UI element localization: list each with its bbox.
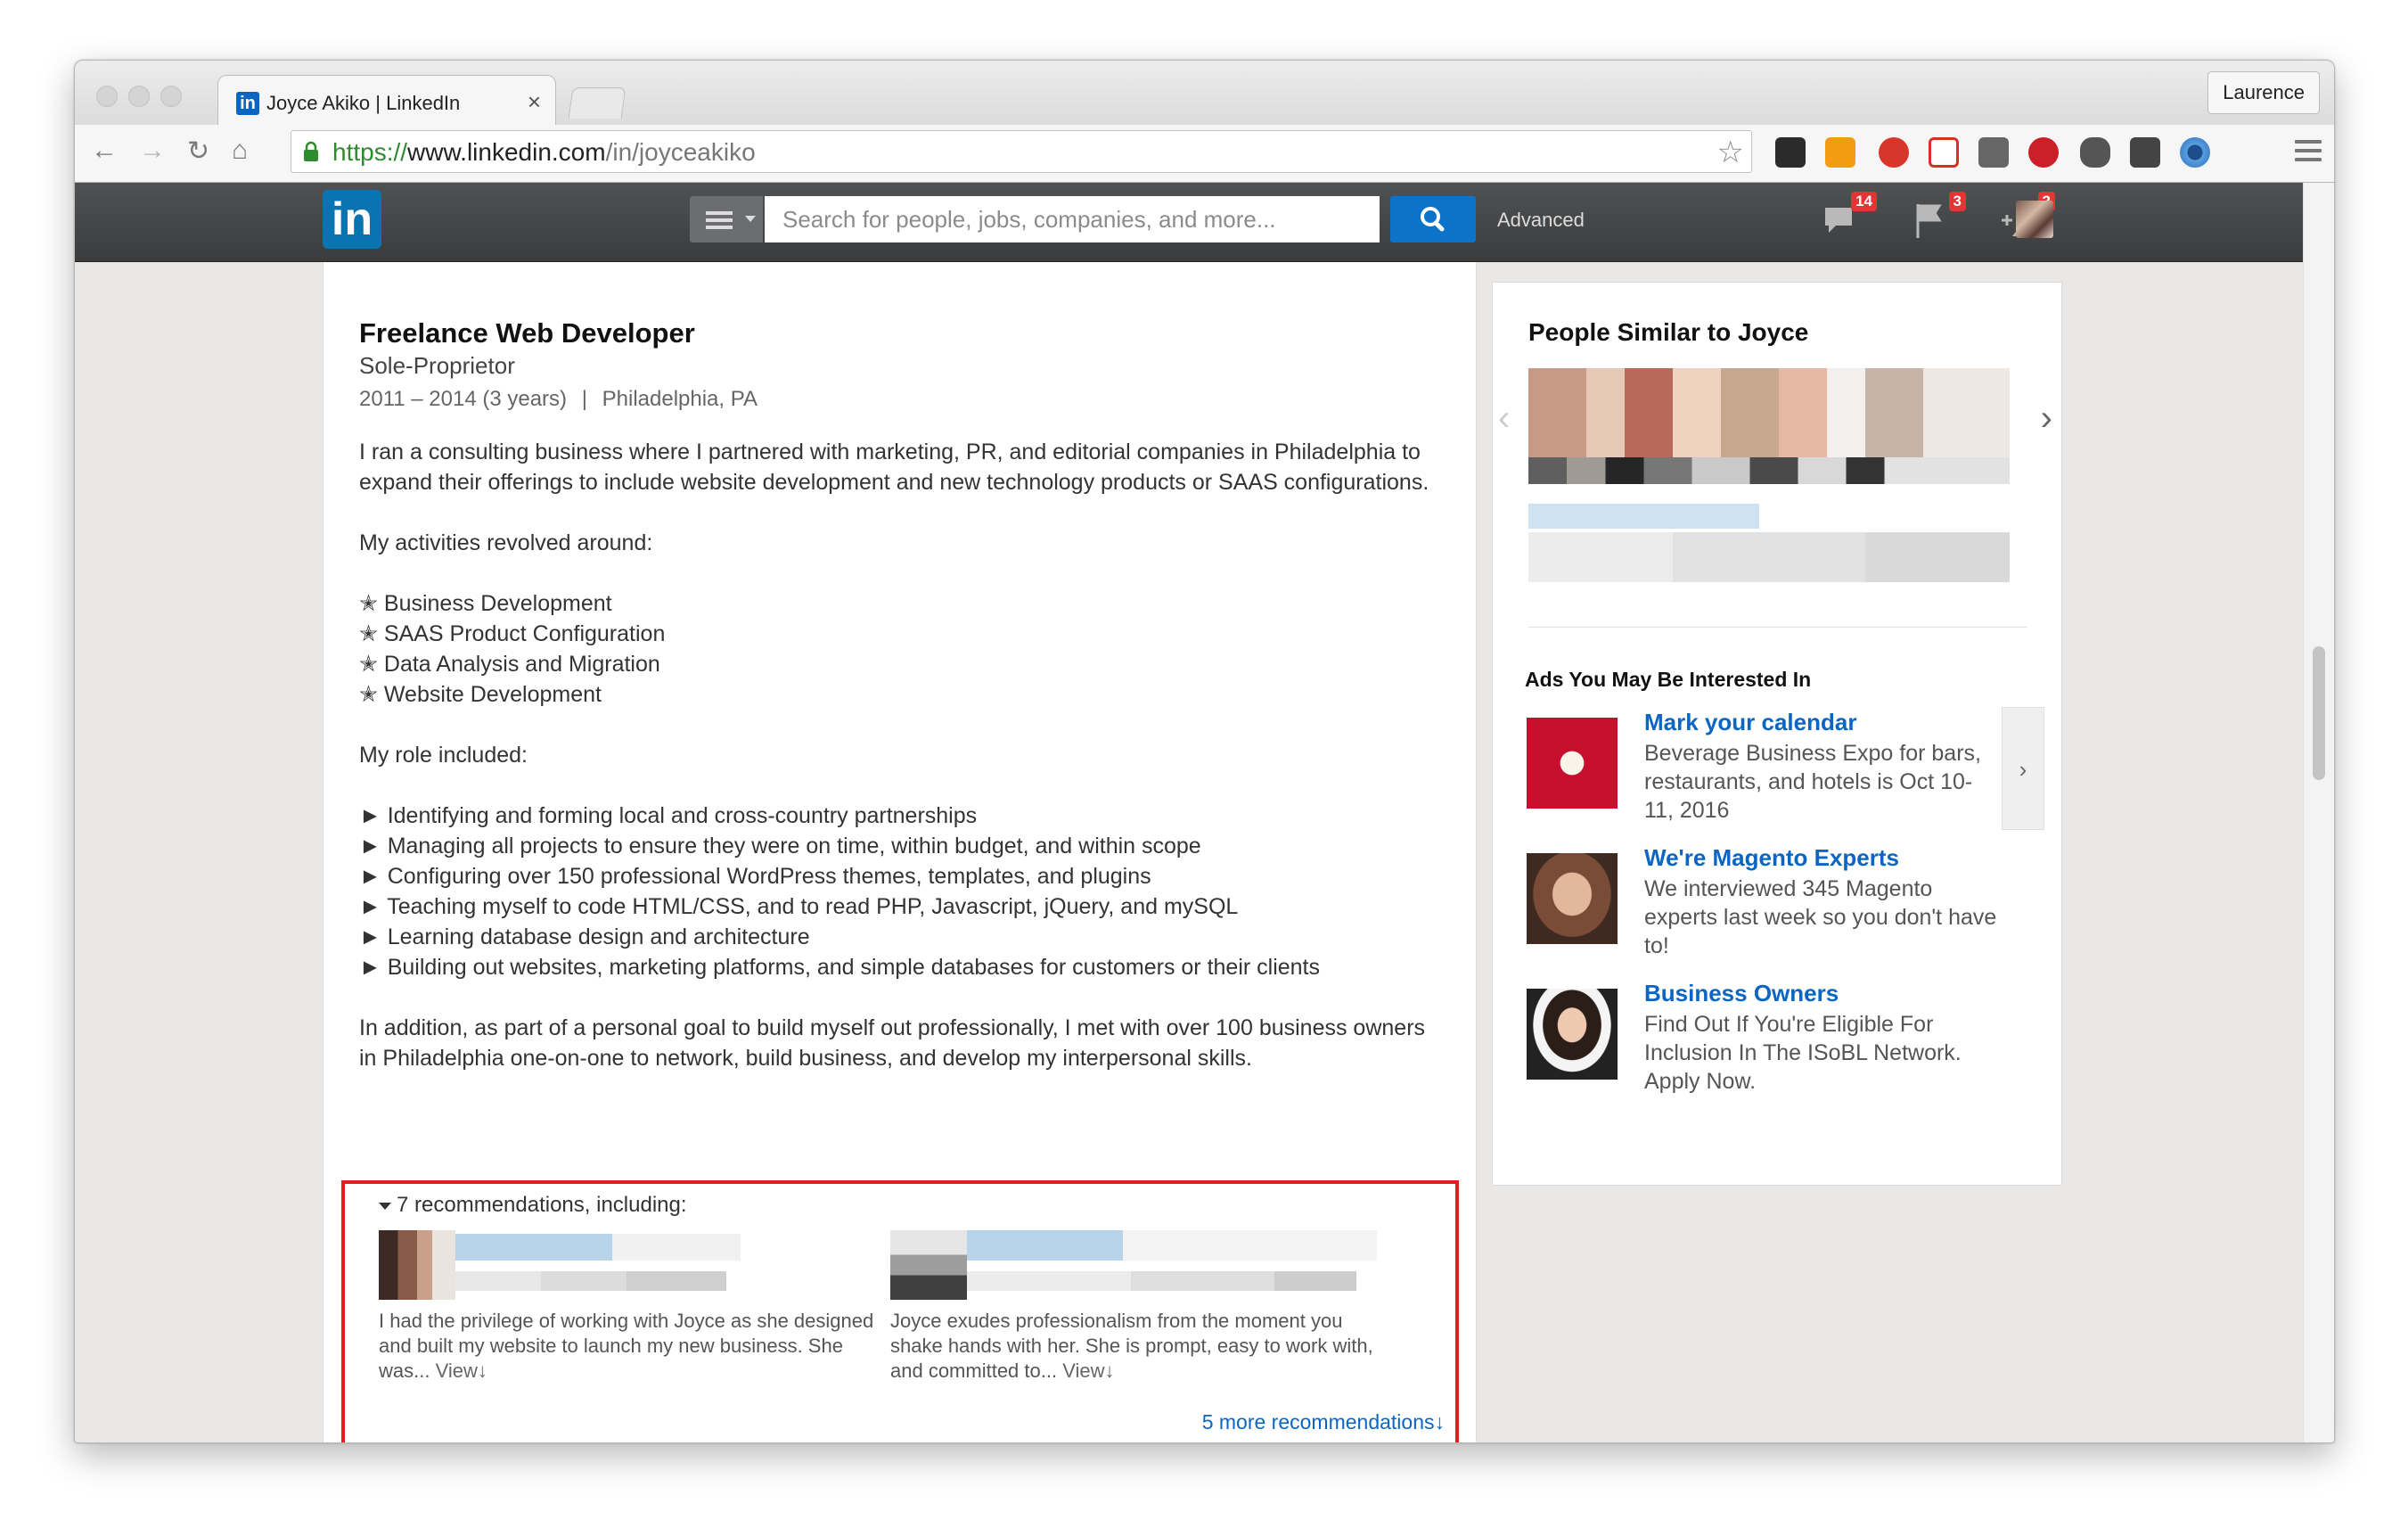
ad-body: We interviewed 345 Magento experts last … — [1644, 876, 1997, 958]
ad-body: Beverage Business Expo for bars, restaur… — [1644, 741, 1981, 823]
list-item: ✭ Business Development — [359, 591, 612, 616]
medium-extension-icon[interactable] — [2130, 137, 2160, 168]
scrollbar-thumb[interactable] — [2313, 646, 2325, 780]
job-location: Philadelphia, PA — [602, 387, 758, 411]
activities-heading: My activities revolved around: — [359, 530, 653, 555]
account-avatar[interactable] — [2016, 201, 2053, 238]
triangle-down-icon — [379, 1202, 391, 1210]
notifications-badge: 3 — [1948, 192, 1966, 211]
ad-title[interactable]: We're Magento Experts — [1644, 844, 1899, 872]
globe-extension-icon[interactable] — [2180, 137, 2210, 168]
home-icon[interactable]: ⌂ — [232, 136, 248, 166]
new-tab-button[interactable] — [568, 87, 627, 119]
recommendation-text: I had the privilege of working with Joyc… — [379, 1310, 874, 1382]
tab-close-icon[interactable]: × — [528, 88, 541, 116]
profile-button[interactable]: Laurence — [2207, 71, 2320, 114]
search-icon — [1421, 207, 1445, 232]
gmail-extension-icon[interactable] — [1929, 137, 1959, 168]
evernote-extension-icon[interactable] — [2080, 137, 2110, 168]
job-description: I ran a consulting business where I part… — [359, 437, 1446, 1104]
experience-section: Freelance Web Developer Sole-Proprietor … — [323, 262, 1477, 1442]
zoom-window-button[interactable] — [160, 86, 182, 107]
recommender-name-blurred[interactable] — [967, 1230, 1377, 1300]
tab-title: Joyce Akiko | LinkedIn — [266, 92, 461, 114]
notifications-nav[interactable]: 3 — [1909, 192, 1966, 243]
view-recommendation-link[interactable]: View↓ — [436, 1360, 487, 1382]
ads-heading: Ads You May Be Interested In — [1525, 668, 1812, 691]
minimize-window-button[interactable] — [128, 86, 150, 107]
linkedin-favicon-icon: in — [236, 92, 259, 115]
buffer-extension-icon[interactable] — [1775, 137, 1806, 168]
messages-nav[interactable]: 14 — [1820, 192, 1877, 243]
list-item: ► Learning database design and architect… — [359, 924, 810, 949]
back-arrow-icon[interactable]: ← — [91, 136, 118, 166]
close-window-button[interactable] — [96, 86, 118, 107]
adblock-extension-icon[interactable] — [1879, 137, 1909, 168]
ad-title[interactable]: Business Owners — [1644, 980, 1839, 1007]
search-input[interactable] — [765, 196, 1380, 242]
search-category-dropdown[interactable] — [690, 196, 763, 242]
list-item: ► Building out websites, marketing platf… — [359, 955, 1321, 980]
recommendations-toggle[interactable]: 7 recommendations, including: — [379, 1193, 687, 1218]
list-item: ✭ Website Development — [359, 682, 602, 707]
people-similar-heading: People Similar to Joyce — [1528, 318, 1809, 346]
view-recommendation-link[interactable]: View↓ — [1062, 1360, 1114, 1382]
linkedin-navbar: in Advanced 14 3 — [75, 183, 2303, 262]
list-item: ✭ Data Analysis and Migration — [359, 652, 660, 677]
caret-down-icon — [745, 216, 756, 222]
browser-tab[interactable]: in Joyce Akiko | LinkedIn × — [217, 75, 556, 127]
pinterest-extension-icon[interactable] — [2028, 137, 2059, 168]
right-rail: People Similar to Joyce ‹ › Ads You May … — [1492, 282, 2062, 1186]
ad-body: Find Out If You're Eligible For Inclusio… — [1644, 1012, 1962, 1094]
list-item: ► Teaching myself to code HTML/CSS, and … — [359, 894, 1239, 919]
recommendations-highlight: 7 recommendations, including: I had the … — [341, 1180, 1459, 1442]
recommender-avatar[interactable] — [379, 1230, 455, 1300]
profile-page: Freelance Web Developer Sole-Proprietor … — [75, 262, 2303, 1442]
role-heading: My role included: — [359, 743, 528, 768]
similar-people-carousel-blurred[interactable] — [1528, 368, 2010, 582]
beverage-expo-logo — [1527, 718, 1618, 809]
section-divider — [1528, 627, 2027, 628]
flag-icon — [1916, 204, 1942, 238]
analytics-extension-icon[interactable] — [1825, 137, 1855, 168]
magento-expert-photo — [1527, 853, 1618, 944]
pocket-extension-icon[interactable] — [1978, 137, 2009, 168]
page-scrollbar[interactable] — [2303, 183, 2334, 1442]
address-bar[interactable]: https://www.linkedin.com/in/joyceakiko ☆ — [291, 130, 1752, 173]
job-title[interactable]: Freelance Web Developer — [359, 317, 695, 349]
list-icon — [706, 211, 733, 233]
job-company[interactable]: Sole-Proprietor — [359, 352, 515, 380]
bookmark-star-icon[interactable]: ☆ — [1717, 135, 1744, 170]
list-item: ► Managing all projects to ensure they w… — [359, 834, 1201, 858]
job-intro: I ran a consulting business where I part… — [359, 440, 1429, 495]
browser-window: in Joyce Akiko | LinkedIn × Laurence ← →… — [74, 60, 2335, 1443]
list-item: ✭ SAAS Product Configuration — [359, 621, 666, 646]
title-bar: in Joyce Akiko | LinkedIn × Laurence — [75, 61, 2334, 127]
ad-title[interactable]: Mark your calendar — [1644, 709, 1856, 736]
job-closing: In addition, as part of a personal goal … — [359, 1015, 1426, 1071]
reload-icon[interactable]: ↻ — [187, 136, 209, 167]
recommendation-text: Joyce exudes professionalism from the mo… — [890, 1310, 1373, 1382]
browser-toolbar: ← → ↻ ⌂ https://www.linkedin.com/in/joyc… — [75, 125, 2334, 183]
more-recommendations-link[interactable]: 5 more recommendations↓ — [1202, 1410, 1445, 1434]
url-text: https://www.linkedin.com/in/joyceakiko — [332, 138, 756, 166]
list-item: ► Identifying and forming local and cros… — [359, 803, 978, 828]
search-button[interactable] — [1390, 196, 1476, 242]
carousel-prev-icon[interactable]: ‹ — [1498, 398, 1510, 439]
recommender-name-blurred[interactable] — [455, 1230, 741, 1300]
ads-next-button[interactable]: › — [2002, 707, 2044, 830]
linkedin-logo[interactable]: in — [323, 190, 381, 249]
browser-menu-icon[interactable] — [2295, 140, 2322, 167]
job-dates: 2011 – 2014 (3 years) — [359, 387, 568, 411]
meta-separator: | — [581, 387, 587, 411]
recommender-avatar[interactable] — [890, 1230, 967, 1300]
advanced-search-link[interactable]: Advanced — [1497, 209, 1585, 232]
business-owner-photo — [1527, 989, 1618, 1080]
forward-arrow-icon[interactable]: → — [139, 136, 166, 166]
job-meta: 2011 – 2014 (3 years) | Philadelphia, PA — [359, 387, 758, 412]
messages-badge: 14 — [1851, 192, 1877, 211]
lock-icon — [304, 141, 318, 161]
carousel-next-icon[interactable]: › — [2041, 398, 2052, 439]
list-item: ► Configuring over 150 professional Word… — [359, 864, 1151, 889]
